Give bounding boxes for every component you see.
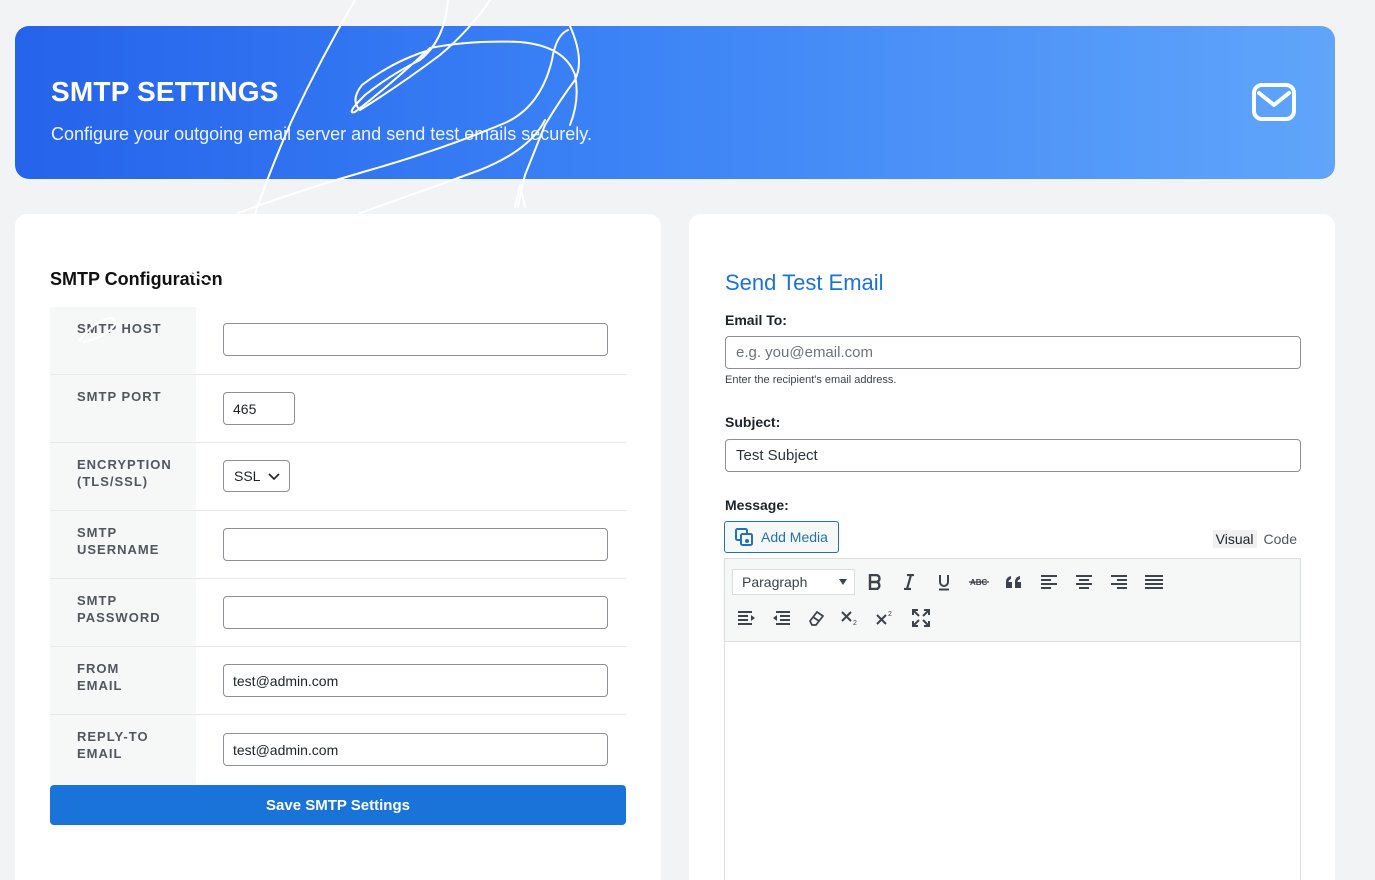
format-select[interactable]: Paragraph xyxy=(732,569,855,595)
format-select-value: Paragraph xyxy=(742,574,808,590)
align-left-icon xyxy=(1041,575,1057,589)
align-justify-icon xyxy=(1145,575,1163,589)
bold-icon xyxy=(868,574,881,590)
media-icon xyxy=(735,528,753,546)
align-right-button[interactable] xyxy=(1106,569,1132,595)
reply-to-email-row: REPLY-TO EMAIL xyxy=(50,715,626,785)
subject-input[interactable] xyxy=(725,439,1301,472)
reply-to-email-label: REPLY-TO EMAIL xyxy=(50,715,196,785)
message-editor-body[interactable] xyxy=(725,642,1300,880)
add-media-label: Add Media xyxy=(761,529,828,545)
align-left-button[interactable] xyxy=(1036,569,1062,595)
from-email-input[interactable] xyxy=(223,664,608,697)
save-smtp-settings-button[interactable]: Save SMTP Settings xyxy=(50,785,626,825)
encryption-row: ENCRYPTION (TLS/SSL) SSL xyxy=(50,443,626,511)
align-justify-button[interactable] xyxy=(1141,569,1167,595)
smtp-form-table: SMTP HOST SMTP PORT ENCRYPTION (TLS/SSL)… xyxy=(50,307,626,785)
smtp-username-label: SMTP USERNAME xyxy=(50,511,196,578)
smtp-port-input[interactable] xyxy=(223,392,295,425)
superscript-icon: 2 xyxy=(876,611,892,625)
quote-icon xyxy=(1006,576,1021,588)
smtp-password-label: SMTP PASSWORD xyxy=(50,579,196,646)
underline-button[interactable] xyxy=(931,569,957,595)
message-editor: Paragraph ABC 2 2 xyxy=(724,558,1301,880)
bold-button[interactable] xyxy=(862,569,888,595)
clear-formatting-button[interactable] xyxy=(803,605,829,631)
italic-icon xyxy=(904,574,914,590)
strikethrough-button[interactable]: ABC xyxy=(966,569,992,595)
smtp-host-row: SMTP HOST xyxy=(50,307,626,375)
page-header: SMTP SETTINGS Configure your outgoing em… xyxy=(15,26,1335,179)
message-label: Message: xyxy=(725,497,789,513)
editor-mode-tabs: Visual Code xyxy=(1212,530,1300,548)
smtp-port-label: SMTP PORT xyxy=(50,375,196,442)
smtp-password-input[interactable] xyxy=(223,596,608,629)
smtp-password-row: SMTP PASSWORD xyxy=(50,579,626,647)
smtp-username-input[interactable] xyxy=(223,528,608,561)
blockquote-button[interactable] xyxy=(1001,569,1027,595)
caret-down-icon xyxy=(839,579,847,585)
encryption-select[interactable]: SSL xyxy=(223,460,290,492)
smtp-port-row: SMTP PORT xyxy=(50,375,626,443)
smtp-config-card: SMTP Configuration SMTP HOST SMTP PORT E… xyxy=(15,214,661,880)
editor-toolbar: Paragraph ABC 2 2 xyxy=(725,559,1300,642)
smtp-host-label: SMTP HOST xyxy=(50,307,196,374)
add-media-button[interactable]: Add Media xyxy=(724,521,839,553)
page-subtitle: Configure your outgoing email server and… xyxy=(51,124,592,144)
send-test-email-card: Send Test Email Email To: Enter the reci… xyxy=(689,214,1335,880)
fullscreen-icon xyxy=(912,609,930,627)
outdent-button[interactable] xyxy=(768,605,794,631)
svg-text:2: 2 xyxy=(853,620,857,626)
reply-to-email-input[interactable] xyxy=(223,733,608,766)
subscript-icon: 2 xyxy=(841,611,857,626)
page-title: SMTP SETTINGS xyxy=(51,76,279,107)
outdent-icon xyxy=(773,610,790,625)
align-center-button[interactable] xyxy=(1071,569,1097,595)
tab-code[interactable]: Code xyxy=(1261,530,1300,548)
chevron-down-icon xyxy=(268,473,280,481)
fullscreen-button[interactable] xyxy=(908,605,934,631)
subject-label: Subject: xyxy=(725,414,781,430)
indent-button[interactable] xyxy=(734,605,760,631)
smtp-host-input[interactable] xyxy=(223,323,608,356)
indent-icon xyxy=(738,610,755,625)
from-email-row: FROM EMAIL xyxy=(50,647,626,715)
svg-text:2: 2 xyxy=(888,611,892,618)
send-test-email-title: Send Test Email xyxy=(725,270,884,295)
underline-icon xyxy=(939,574,949,590)
subscript-button[interactable]: 2 xyxy=(837,605,863,631)
tab-visual[interactable]: Visual xyxy=(1212,530,1257,548)
eraser-icon xyxy=(809,611,824,626)
from-email-label: FROM EMAIL xyxy=(50,647,196,714)
smtp-username-row: SMTP USERNAME xyxy=(50,511,626,579)
email-to-label: Email To: xyxy=(725,312,787,328)
encryption-value: SSL xyxy=(234,468,261,484)
encryption-label: ENCRYPTION (TLS/SSL) xyxy=(50,443,196,510)
italic-button[interactable] xyxy=(896,569,922,595)
smtp-config-title: SMTP Configuration xyxy=(50,269,223,289)
strikethrough-icon: ABC xyxy=(969,578,989,587)
email-to-hint: Enter the recipient's email address. xyxy=(725,374,897,386)
mail-icon xyxy=(1252,83,1296,121)
align-right-icon xyxy=(1111,575,1127,589)
superscript-button[interactable]: 2 xyxy=(872,605,898,631)
align-center-icon xyxy=(1076,575,1092,589)
email-to-input[interactable] xyxy=(725,336,1301,369)
